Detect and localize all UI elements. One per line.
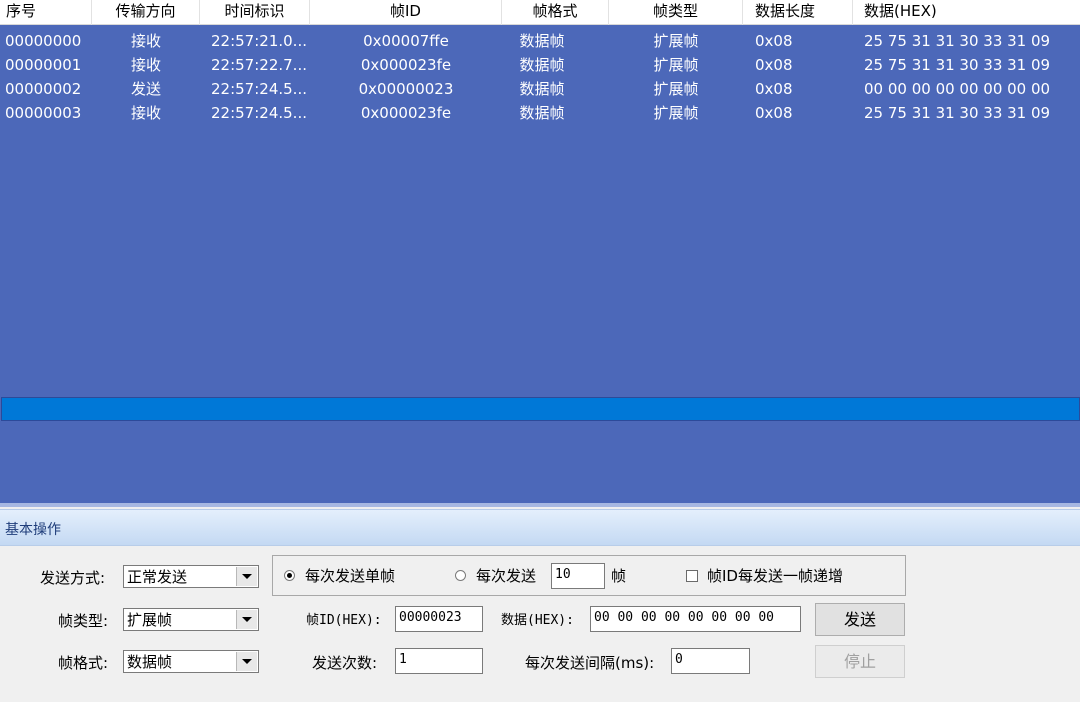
- frame-format-label: 帧格式:: [58, 654, 109, 672]
- cell-frame-id: 0x000023fe: [360, 56, 452, 74]
- cell-timestamp: 22:57:22.7...: [211, 56, 307, 74]
- cell-frame-type: 扩展帧: [653, 104, 699, 122]
- column-header-data-hex[interactable]: 数据(HEX): [853, 0, 1080, 25]
- table-header: 序号 传输方向 时间标识 帧ID 帧格式 帧类型 数据长度 数据(HEX): [0, 0, 1080, 25]
- cell-frame-type: 扩展帧: [653, 32, 699, 50]
- cell-frame-id: 0x000023fe: [360, 104, 452, 122]
- chevron-down-icon: [242, 659, 252, 664]
- cell-index: 00000001: [5, 56, 82, 74]
- send-interval-label: 每次发送间隔(ms):: [525, 654, 655, 672]
- message-list[interactable]: 00000000 接收 22:57:21.0... 0x00007ffe 数据帧…: [0, 25, 1080, 507]
- cell-frame-type: 扩展帧: [653, 80, 699, 98]
- table-row[interactable]: 00000000 接收 22:57:21.0... 0x00007ffe 数据帧…: [0, 29, 1080, 53]
- chevron-down-icon: [242, 617, 252, 622]
- table-row[interactable]: 00000003 接收 22:57:24.5... 0x000023fe 数据帧…: [0, 101, 1080, 125]
- radio-single-frame[interactable]: [284, 570, 295, 581]
- data-hex-label: 数据(HEX):: [501, 613, 574, 628]
- cell-frame-format: 数据帧: [519, 104, 565, 122]
- column-header-frame-type[interactable]: 帧类型: [609, 0, 743, 25]
- column-header-frame-format[interactable]: 帧格式: [502, 0, 609, 25]
- cell-data-length: 0x08: [755, 80, 793, 98]
- column-header-index[interactable]: 序号: [0, 0, 92, 25]
- multi-frame-unit: 帧: [611, 567, 627, 585]
- basic-operations-header: 基本操作: [0, 509, 1080, 546]
- cell-direction: 发送: [130, 80, 161, 98]
- frame-type-dropdown-button[interactable]: [236, 610, 257, 629]
- cell-timestamp: 22:57:24.5...: [211, 80, 307, 98]
- chevron-down-icon: [242, 574, 252, 579]
- cell-direction: 接收: [130, 104, 161, 122]
- frame-type-label: 帧类型:: [58, 612, 109, 630]
- cell-data-hex: 25 75 31 31 30 33 31 09: [864, 32, 1051, 50]
- frame-type-select[interactable]: 扩展帧: [123, 608, 259, 631]
- cell-frame-format: 数据帧: [519, 32, 565, 50]
- send-mode-dropdown-button[interactable]: [236, 567, 257, 586]
- column-header-frame-id[interactable]: 帧ID: [310, 0, 502, 25]
- frame-format-value: 数据帧: [127, 653, 173, 671]
- cell-direction: 接收: [130, 32, 161, 50]
- send-interval-input[interactable]: 0: [671, 648, 750, 674]
- cell-timestamp: 22:57:21.0...: [211, 32, 307, 50]
- cell-direction: 接收: [130, 56, 161, 74]
- send-button[interactable]: 发送: [815, 603, 905, 636]
- stop-button[interactable]: 停止: [815, 645, 905, 678]
- column-header-data-length[interactable]: 数据长度: [743, 0, 853, 25]
- column-header-direction[interactable]: 传输方向: [92, 0, 200, 25]
- send-mode-select[interactable]: 正常发送: [123, 565, 259, 588]
- cell-data-hex: 00 00 00 00 00 00 00 00: [864, 80, 1051, 98]
- cell-frame-id: 0x00007ffe: [363, 32, 449, 50]
- frame-id-input[interactable]: 00000023: [395, 606, 483, 632]
- cell-frame-format: 数据帧: [519, 80, 565, 98]
- multi-frame-count-input[interactable]: 10: [551, 563, 605, 589]
- cell-frame-format: 数据帧: [519, 56, 565, 74]
- cell-data-hex: 25 75 31 31 30 33 31 09: [864, 56, 1051, 74]
- send-count-input[interactable]: 1: [395, 648, 483, 674]
- cell-timestamp: 22:57:24.5...: [211, 104, 307, 122]
- table-row[interactable]: 00000002 发送 22:57:24.5... 0x00000023 数据帧…: [0, 77, 1080, 101]
- cell-frame-type: 扩展帧: [653, 56, 699, 74]
- frame-format-select[interactable]: 数据帧: [123, 650, 259, 673]
- cell-data-length: 0x08: [755, 56, 793, 74]
- increment-id-label: 帧ID每发送一帧递增: [707, 567, 843, 585]
- radio-multi-frame-label: 每次发送: [476, 567, 537, 585]
- send-mode-label: 发送方式:: [40, 569, 106, 587]
- cell-index: 00000002: [5, 80, 82, 98]
- frame-type-value: 扩展帧: [127, 611, 173, 629]
- radio-single-frame-label: 每次发送单帧: [305, 567, 396, 585]
- frame-id-label: 帧ID(HEX):: [306, 613, 382, 628]
- radio-multi-frame[interactable]: [455, 570, 466, 581]
- table-row[interactable]: 00000001 接收 22:57:22.7... 0x000023fe 数据帧…: [0, 53, 1080, 77]
- horizontal-scrollbar[interactable]: [1, 397, 1080, 421]
- cell-data-length: 0x08: [755, 32, 793, 50]
- data-hex-input[interactable]: 00 00 00 00 00 00 00 00: [590, 606, 801, 632]
- frame-format-dropdown-button[interactable]: [236, 652, 257, 671]
- increment-id-checkbox[interactable]: [686, 570, 698, 582]
- list-bottom-border: [0, 503, 1080, 507]
- cell-data-hex: 25 75 31 31 30 33 31 09: [864, 104, 1051, 122]
- send-mode-value: 正常发送: [127, 568, 188, 586]
- column-header-timestamp[interactable]: 时间标识: [200, 0, 310, 25]
- cell-index: 00000000: [5, 32, 82, 50]
- cell-frame-id: 0x00000023: [358, 80, 454, 98]
- cell-index: 00000003: [5, 104, 82, 122]
- cell-data-length: 0x08: [755, 104, 793, 122]
- send-count-label: 发送次数:: [312, 654, 378, 672]
- group-title: 基本操作: [5, 522, 61, 538]
